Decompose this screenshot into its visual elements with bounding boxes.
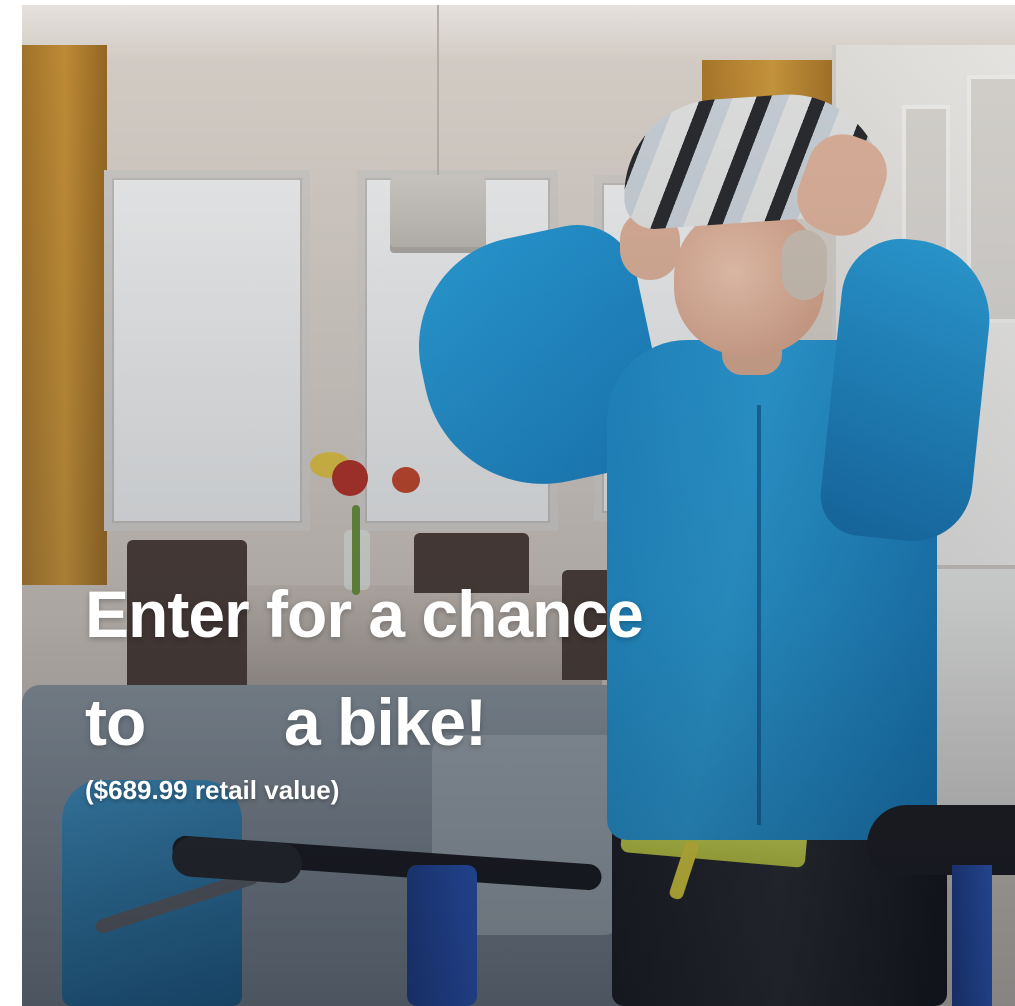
image-shade-overlay: [22, 5, 1015, 1006]
promo-headline: Enter for a chance to a bike!: [85, 560, 805, 776]
headline-line-2-end: a bike!: [284, 685, 487, 759]
retail-value-text: ($689.99 retail value): [85, 775, 340, 805]
headline-line-1: Enter for a chance: [85, 577, 644, 651]
headline-gap: [145, 685, 284, 759]
headline-line-2-start: to: [85, 685, 146, 759]
promo-image: [22, 5, 1015, 1006]
headline-line-2: to a bike!: [85, 668, 805, 776]
